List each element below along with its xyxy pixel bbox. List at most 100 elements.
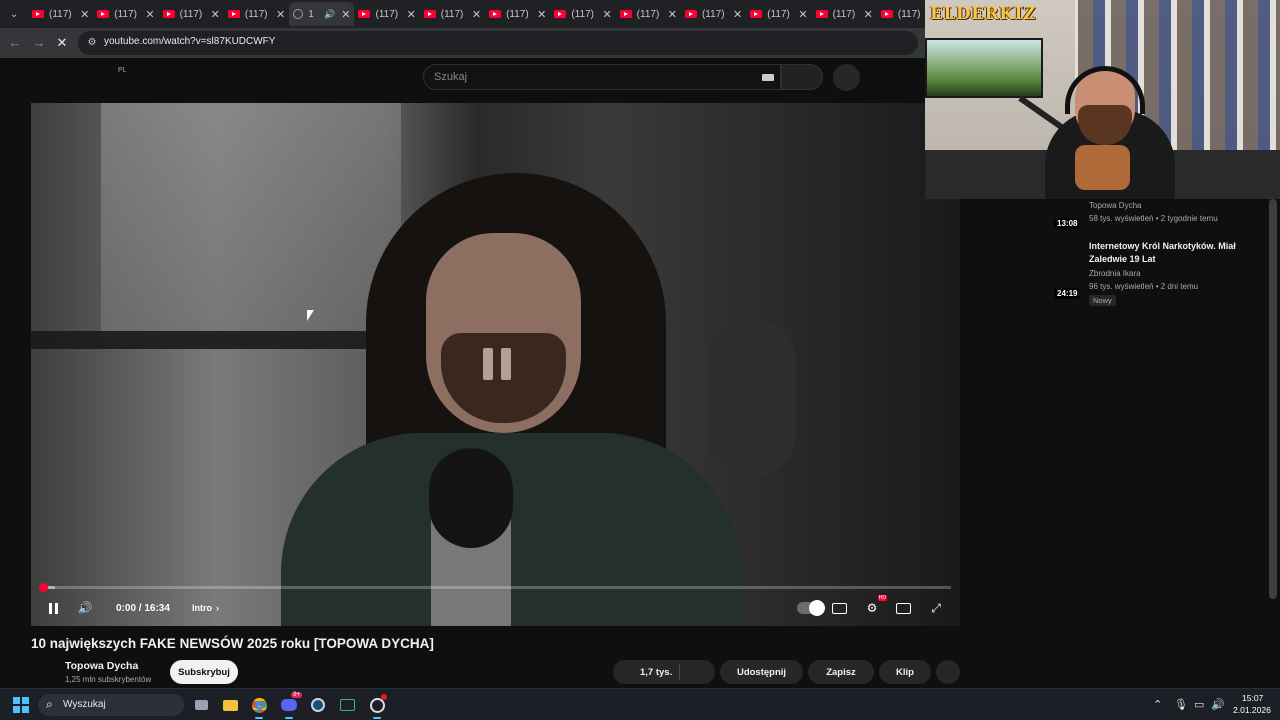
tray-overflow-chevron-icon[interactable]: ⌃ [1153,698,1162,711]
like-dislike-divider [679,664,680,680]
tab-close-icon[interactable]: ✕ [341,8,350,21]
page-scrollbar[interactable] [1269,199,1277,599]
tab-close-icon[interactable]: ✕ [537,8,546,21]
tab-close-icon[interactable]: ✕ [864,8,873,21]
tab-title: (117) [440,8,464,20]
recommendation-item[interactable]: 24:19 Internetowy Król Narkotyków. Miał … [970,238,1270,310]
browser-toolbar: ← → ✕ ⚙ youtube.com/watch?v=sl87KUDCWFY [0,28,925,58]
tab-title: (117) [832,8,856,20]
tab-close-icon[interactable]: ✕ [602,8,611,21]
background-head-statue [706,318,796,478]
browser-tab[interactable]: (117) ✕ [485,2,550,26]
recommendation-item[interactable]: 13:08 Topowa Dycha 58 tys. wyświetleń • … [970,199,1270,239]
progress-bar[interactable] [39,583,951,592]
clock-time[interactable]: 15:07 [1242,693,1263,703]
tab-close-icon[interactable]: ✕ [472,8,481,21]
tab-close-icon[interactable]: ✕ [80,8,89,21]
channel-avatar[interactable] [31,660,59,688]
chapter-button[interactable]: Intro › [192,598,219,618]
browser-tab[interactable]: (117) ✕ [159,2,224,26]
volume-icon[interactable]: 🔊 [75,598,95,618]
subtitles-icon [831,602,847,614]
theater-mode-button[interactable] [893,598,913,618]
gear-icon: ⚙ [866,601,878,615]
volume-tray-icon[interactable]: 🔊 [1211,698,1225,711]
tab-title: (117) [49,8,72,20]
progress-scrubber[interactable] [39,583,48,592]
tab-close-icon[interactable]: ✕ [145,8,154,21]
video-title: 10 największych FAKE NEWSÓW 2025 roku [T… [31,636,434,651]
discord-icon[interactable]: 9+ [278,692,302,719]
share-button[interactable]: Udostępnij [720,660,803,684]
chevron-right-icon: › [216,603,219,613]
taskbar-search[interactable]: ⌕ Wyszukaj [38,694,184,716]
tab-title: (117) [506,8,529,20]
background-window [101,103,401,343]
network-tray-icon[interactable]: ▭ [1194,698,1204,711]
clock-date[interactable]: 2.01.2026 [1233,705,1271,715]
tab-close-icon[interactable]: ✕ [798,8,807,21]
fullscreen-button[interactable]: ⤢ [926,598,946,618]
obs-studio-icon[interactable] [366,694,388,719]
microphone-tray-icon[interactable]: 🎙 [1174,698,1188,711]
site-info-icon[interactable]: ⚙ [84,35,100,51]
shirt-print [1075,145,1130,190]
tab-title: (117) [701,8,725,20]
more-actions-button[interactable] [936,660,960,684]
tab-close-icon[interactable]: ✕ [407,8,416,21]
steam-icon[interactable] [307,694,329,716]
back-arrow-icon[interactable]: ← [6,34,24,52]
search-button[interactable] [781,64,823,90]
tab-close-icon[interactable]: ✕ [733,8,742,21]
recommendation-channel[interactable]: Zbrodnia Ikara [1089,269,1141,278]
pause-button[interactable] [43,598,63,618]
channel-name[interactable]: Topowa Dycha [65,660,138,672]
stop-loading-icon[interactable]: ✕ [53,34,71,52]
chrome-icon[interactable] [248,694,270,719]
tab-audio-icon[interactable]: 🔊 [324,9,335,20]
youtube-favicon-icon [32,10,44,18]
url-text[interactable]: youtube.com/watch?v=sl87KUDCWFY [104,36,275,47]
settings-button[interactable]: ⚙ HD [862,595,887,618]
video-duration: 24:19 [1054,288,1081,299]
loading-spinner-icon [293,9,304,19]
region-label: PL [118,67,127,74]
tab-close-icon[interactable]: ✕ [211,8,220,21]
clip-button[interactable]: Klip [879,660,931,684]
browser-tab[interactable]: (117) ✕ [93,2,158,26]
voice-search-button[interactable] [833,64,860,91]
browser-tab-active[interactable]: 1 🔊 ✕ [289,2,355,26]
tab-title: 1 [308,8,314,20]
recommendation-title[interactable]: Internetowy Król Narkotyków. Miał Zaledw… [1089,240,1239,266]
youtube-favicon-icon [815,10,828,18]
subscribe-button[interactable]: Subskrybuj [170,660,238,684]
subtitles-button[interactable] [829,598,849,618]
tab-close-icon[interactable]: ✕ [668,8,677,21]
tab-title: (117) [636,8,660,20]
forward-arrow-icon[interactable]: → [30,34,48,52]
xbox-app-icon[interactable] [336,694,358,716]
windows-start-icon[interactable] [13,697,29,713]
browser-tab[interactable]: (117) ✕ [224,2,289,26]
browser-tab[interactable]: (117) ✕ [28,2,93,26]
autoplay-toggle[interactable] [796,598,825,618]
keyboard-icon[interactable] [762,74,774,81]
youtube-favicon-icon [619,10,632,18]
browser-tab[interactable]: (117) ✕ [746,2,811,26]
center-pause-icon[interactable] [483,348,511,380]
like-button[interactable]: 1,7 tys. [613,660,715,684]
save-button[interactable]: Zapisz [808,660,874,684]
tab-search-chevron-icon[interactable]: ⌄ [4,4,24,24]
browser-tab[interactable]: (117) ✕ [420,2,485,26]
address-bar[interactable]: ⚙ youtube.com/watch?v=sl87KUDCWFY [78,31,918,55]
browser-tab[interactable]: (117) ✕ [354,2,419,26]
task-view-icon[interactable] [190,694,212,716]
browser-tab[interactable]: (117) ✕ [812,2,877,26]
tab-close-icon[interactable]: ✕ [276,8,285,21]
file-explorer-icon[interactable] [219,694,241,716]
browser-tab[interactable]: (117) ✕ [616,2,681,26]
search-input[interactable]: Szukaj [423,64,781,90]
browser-tab[interactable]: (117) ✕ [550,2,615,26]
video-player[interactable]: 🔊 0:00 / 16:34 Intro › ⚙ HD ⤢ [31,103,960,626]
browser-tab[interactable]: (117) ✕ [681,2,746,26]
